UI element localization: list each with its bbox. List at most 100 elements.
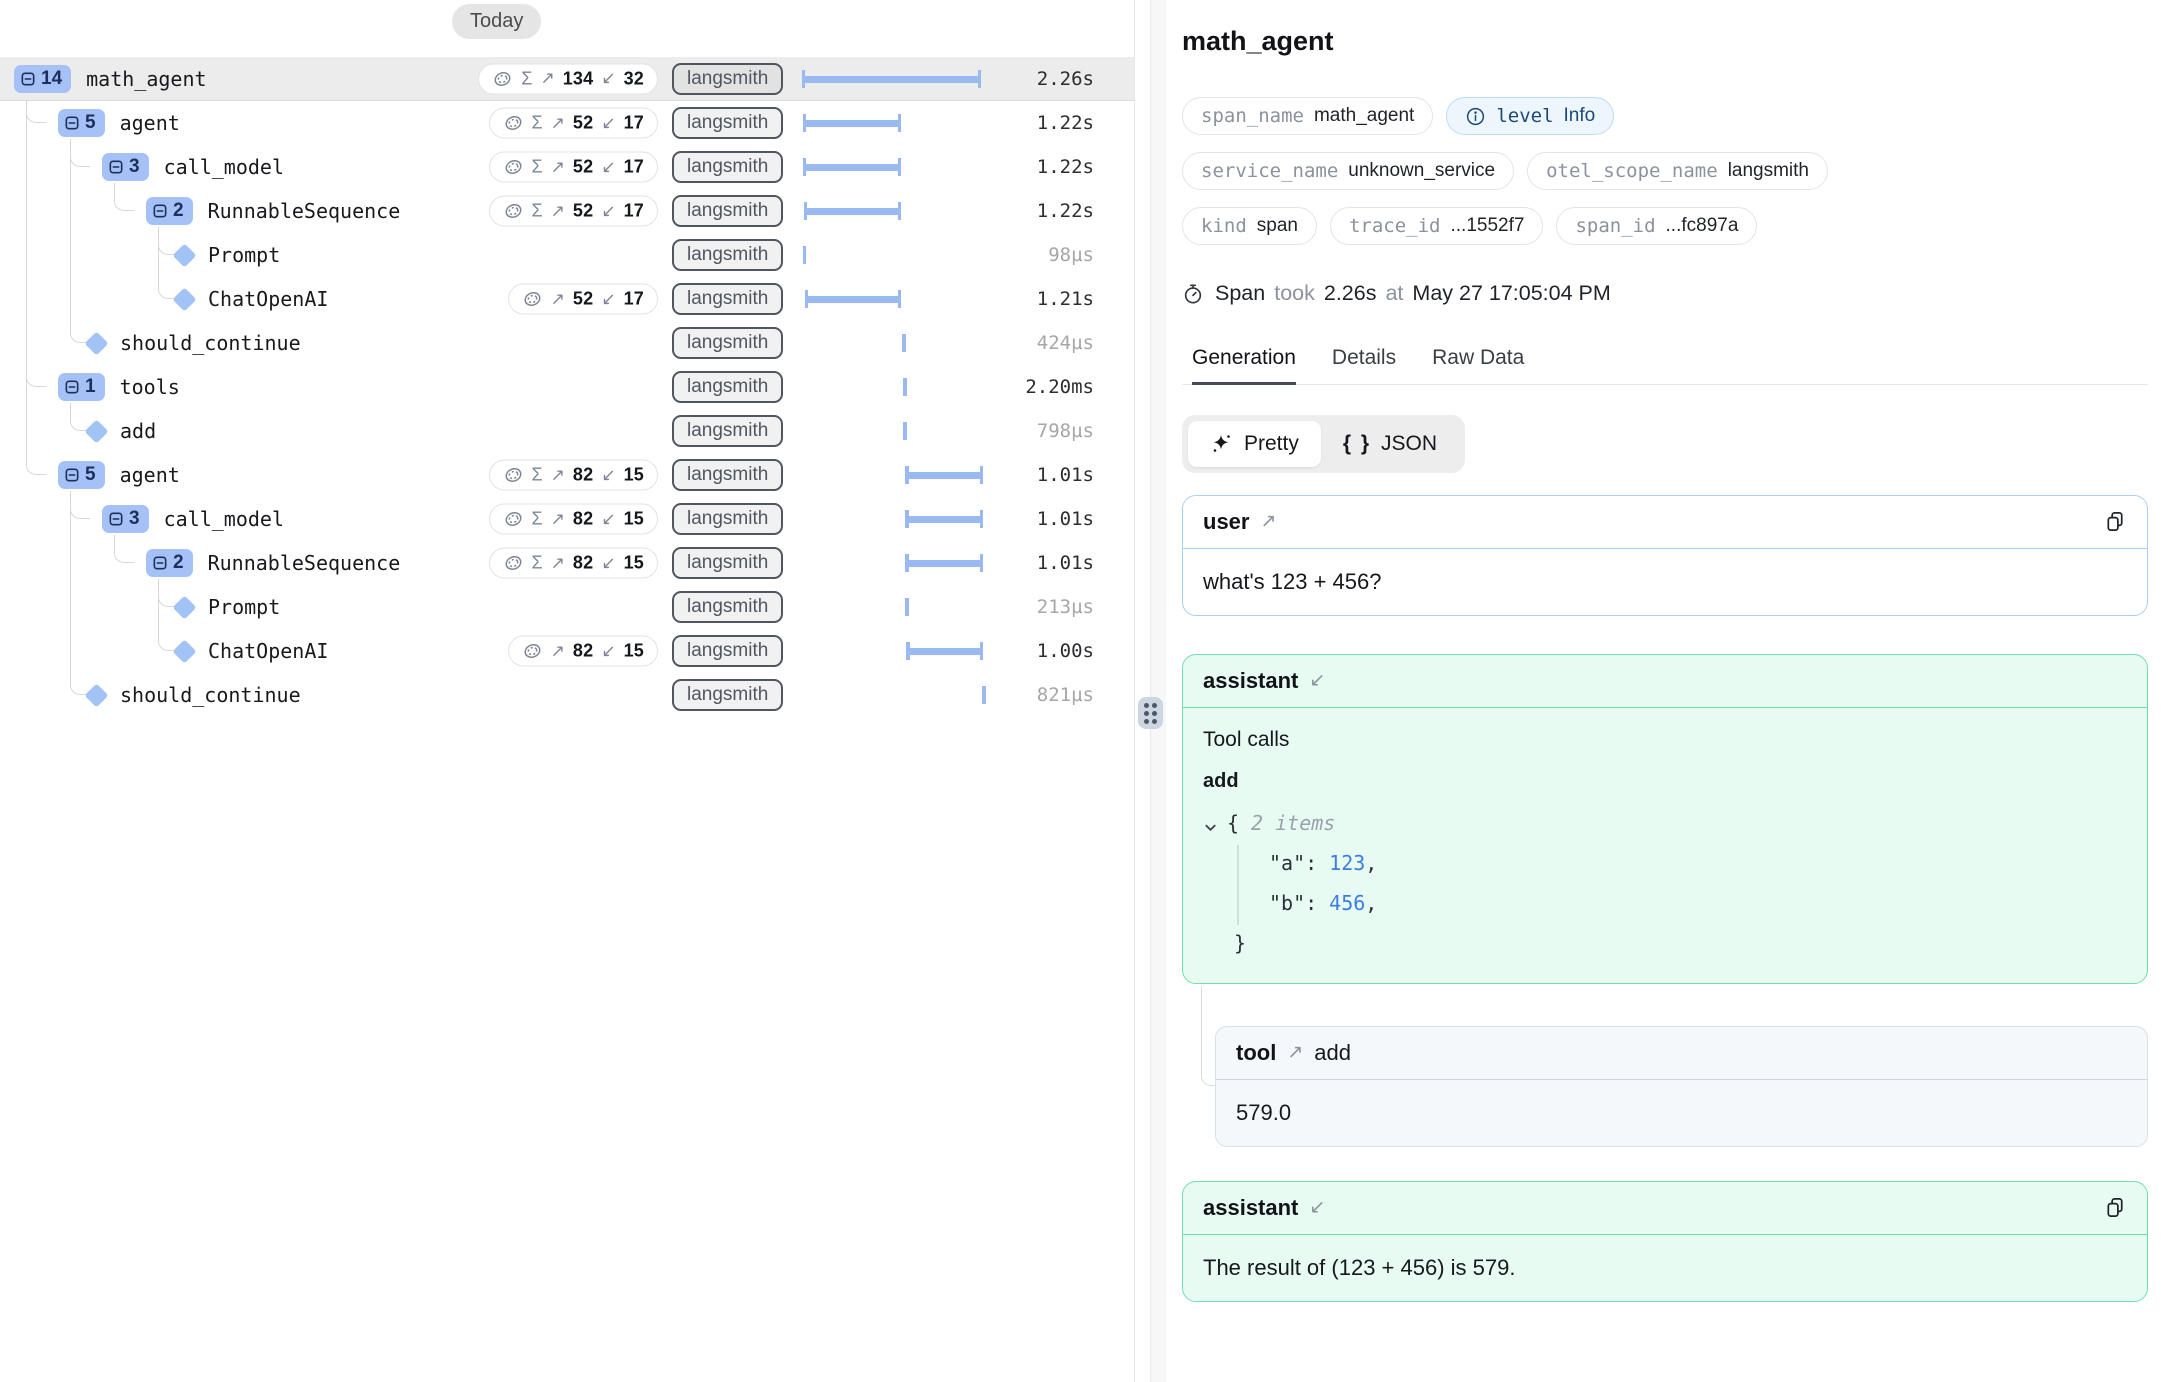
tab-details[interactable]: Details <box>1332 346 1396 384</box>
tree-row-should_continue[interactable]: should_continuelangsmith424µs <box>0 321 1134 365</box>
child-count: 5 <box>85 112 96 134</box>
duration-label: 2.26s <box>1037 68 1094 90</box>
input-tokens-arrow-icon: ↗ <box>551 509 565 529</box>
langsmith-tag[interactable]: langsmith <box>672 239 783 271</box>
langsmith-tag[interactable]: langsmith <box>672 63 783 95</box>
langsmith-tag[interactable]: langsmith <box>672 195 783 227</box>
input-tokens-count: 52 <box>573 201 593 222</box>
tree-row-agent[interactable]: 5agentΣ↗52↙17langsmith1.22s <box>0 101 1134 145</box>
duration-label: 821µs <box>1037 684 1094 706</box>
span-name-label: should_continue <box>120 683 301 707</box>
duration-gantt <box>800 365 986 409</box>
pill-value: span <box>1257 215 1298 237</box>
summary-segment: May 27 17:05:04 PM <box>1412 281 1610 306</box>
pretty-toggle-button[interactable]: Pretty <box>1188 421 1321 467</box>
langsmith-tag[interactable]: langsmith <box>672 679 783 711</box>
tab-raw-data[interactable]: Raw Data <box>1432 346 1524 384</box>
tab-generation[interactable]: Generation <box>1192 346 1296 385</box>
outbound-arrow-icon: ↗ <box>1287 1041 1303 1064</box>
attribute-pill-level: levelInfo <box>1446 97 1614 135</box>
span-name-label: ChatOpenAI <box>208 287 328 311</box>
span-name-label: math_agent <box>86 67 206 91</box>
tree-row-ChatOpenAI[interactable]: ChatOpenAI↗82↙15langsmith1.00s <box>0 629 1134 673</box>
sigma-icon: Σ <box>521 68 532 89</box>
tree-row-RunnableSequence[interactable]: 2RunnableSequenceΣ↗82↙15langsmith1.01s <box>0 541 1134 585</box>
span-name-label: call_model <box>164 155 284 179</box>
langsmith-tag[interactable]: langsmith <box>672 327 783 359</box>
langsmith-tag[interactable]: langsmith <box>672 415 783 447</box>
copy-button[interactable] <box>2104 1196 2127 1219</box>
langsmith-tag[interactable]: langsmith <box>672 591 783 623</box>
langsmith-tag[interactable]: langsmith <box>672 107 783 139</box>
tree-row-call_model[interactable]: 3call_modelΣ↗82↙15langsmith1.01s <box>0 497 1134 541</box>
collapse-badge[interactable]: 2 <box>146 549 193 577</box>
token-usage-badge: Σ↗82↙15 <box>489 504 658 535</box>
langsmith-tag[interactable]: langsmith <box>672 503 783 535</box>
tree-row-ChatOpenAI[interactable]: ChatOpenAI↗52↙17langsmith1.21s <box>0 277 1134 321</box>
pill-key: service_name <box>1201 160 1338 182</box>
tree-row-math_agent[interactable]: 14math_agentΣ↗134↙32langsmith2.26s <box>0 57 1134 101</box>
role-label: tool <box>1236 1040 1276 1066</box>
output-tokens-count: 15 <box>624 641 644 662</box>
tree-row-tools[interactable]: 1toolslangsmith2.20ms <box>0 365 1134 409</box>
duration-gantt <box>800 233 986 277</box>
langsmith-tag[interactable]: langsmith <box>672 371 783 403</box>
tree-row-Prompt[interactable]: Promptlangsmith213µs <box>0 585 1134 629</box>
panel-resize-handle[interactable] <box>1138 697 1163 729</box>
langsmith-tag[interactable]: langsmith <box>672 283 783 315</box>
collapse-badge[interactable]: 14 <box>14 65 71 93</box>
duration-bar <box>905 516 983 523</box>
view-toggle: Pretty { } JSON <box>1182 415 1465 473</box>
sigma-icon: Σ <box>532 157 543 178</box>
sigma-icon: Σ <box>532 553 543 574</box>
toolcall-connector-line <box>1201 986 1215 1086</box>
span-name-label: RunnableSequence <box>208 551 401 575</box>
input-tokens-arrow-icon: ↗ <box>540 69 554 89</box>
pill-key: kind <box>1201 215 1247 237</box>
collapse-badge[interactable]: 3 <box>102 505 149 533</box>
langsmith-tag[interactable]: langsmith <box>672 547 783 579</box>
output-tokens-arrow-icon: ↙ <box>601 465 615 485</box>
collapse-badge[interactable]: 1 <box>58 373 105 401</box>
summary-segment: took <box>1274 281 1315 306</box>
collapse-caret-icon[interactable] <box>1203 816 1218 840</box>
langsmith-tag[interactable]: langsmith <box>672 459 783 491</box>
duration-bar <box>803 120 902 127</box>
pill-key: span_id <box>1575 215 1655 237</box>
generation-cards: user ↗ what's 123 + 456? assistant ↙ Too… <box>1182 495 2148 1302</box>
attribute-pill-trace_id: trace_id...1552f7 <box>1330 207 1543 245</box>
attribute-pill-otel_scope_name: otel_scope_namelangsmith <box>1527 152 1828 190</box>
sparkle-icon <box>1210 432 1234 456</box>
tree-row-call_model[interactable]: 3call_modelΣ↗52↙17langsmith1.22s <box>0 145 1134 189</box>
tree-row-RunnableSequence[interactable]: 2RunnableSequenceΣ↗52↙17langsmith1.22s <box>0 189 1134 233</box>
sigma-icon: Σ <box>532 113 543 134</box>
leaf-diamond-icon <box>172 243 196 267</box>
coin-icon <box>522 641 543 662</box>
collapse-badge[interactable]: 5 <box>58 109 105 137</box>
collapse-badge[interactable]: 5 <box>58 461 105 489</box>
duration-gantt <box>800 585 986 629</box>
tree-row-agent[interactable]: 5agentΣ↗82↙15langsmith1.01s <box>0 453 1134 497</box>
attribute-pill-span_name: span_namemath_agent <box>1182 97 1433 135</box>
square-minus-icon <box>20 71 36 87</box>
tree-row-add[interactable]: addlangsmith798µs <box>0 409 1134 453</box>
collapse-badge[interactable]: 2 <box>146 197 193 225</box>
pill-value: unknown_service <box>1348 160 1495 182</box>
langsmith-tag[interactable]: langsmith <box>672 635 783 667</box>
copy-button[interactable] <box>2104 510 2127 533</box>
tree-row-should_continue[interactable]: should_continue langsmith 821µs <box>0 673 1134 717</box>
tree-row-Prompt[interactable]: Promptlangsmith98µs <box>0 233 1134 277</box>
leaf-diamond-icon <box>84 331 108 355</box>
braces-icon: { } <box>1343 432 1371 456</box>
duration-tick <box>803 246 807 264</box>
attribute-pill-service_name: service_name unknown_service <box>1182 152 1514 190</box>
duration-bar <box>804 208 902 215</box>
span-name-label: agent <box>120 463 180 487</box>
date-pill[interactable]: Today <box>452 4 541 39</box>
span-summary: Spantook2.26satMay 27 17:05:04 PM <box>1182 281 2148 306</box>
json-toggle-button[interactable]: { } JSON <box>1321 421 1459 467</box>
collapse-badge[interactable]: 3 <box>102 153 149 181</box>
pill-value: langsmith <box>1728 160 1809 182</box>
info-icon <box>1465 106 1486 127</box>
langsmith-tag[interactable]: langsmith <box>672 151 783 183</box>
